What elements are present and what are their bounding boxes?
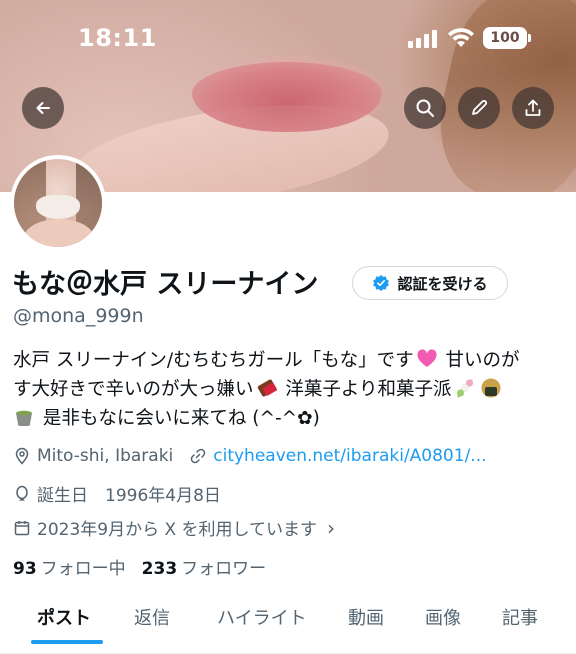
edit-pencil-icon [472,100,487,115]
wifi-icon [448,28,474,47]
bio-line: す大好きで辛いのが大っ嫌い 洋菓子より和菓子派 [13,375,573,404]
share-button[interactable] [512,87,554,129]
joined-text: 2023年9月から X を利用しています [37,520,318,540]
profile-tabs: ポスト 返信 ハイライト 動画 画像 記事 [0,590,576,654]
cellular-signal-icon [408,30,438,48]
pink-heart-icon [417,349,437,367]
follow-stats: 93 フォロー中 233 フォロワー [13,554,266,579]
status-time: 18:11 [78,24,157,52]
active-tab-indicator [31,640,103,644]
search-button[interactable] [404,87,446,129]
back-arrow-icon [36,102,50,114]
followers-link[interactable]: 233 フォロワー [142,559,267,579]
verified-badge-icon [373,274,390,292]
rice-cracker-icon [481,378,501,398]
tab-replies[interactable]: 返信 [134,604,170,630]
green-tea-icon [16,410,32,426]
tab-videos[interactable]: 動画 [348,604,384,630]
birthday-text: 誕生日 1996年4月8日 [37,486,221,506]
tab-articles[interactable]: 記事 [502,604,538,630]
avatar-image [14,159,102,247]
bio-text: 水戸 スリーナイン/むちむちガール「もな」です [13,350,414,371]
link-icon [190,448,206,464]
bio-text: す大好きで辛いのが大っ嫌い [13,379,254,400]
chevron-right-icon: › [327,515,336,540]
bio-text: 甘いのが [439,350,520,371]
profile-bio: 水戸 スリーナイン/むちむちガール「もな」です 甘いのが す大好きで辛いのが大っ… [13,346,573,433]
calendar-icon [14,520,30,535]
profile-meta-joined-row[interactable]: 2023年9月から X を利用しています › [13,515,335,540]
profile-name: もな＠水戸 スリーナイン [12,269,319,300]
followers-count: 233 [141,559,178,579]
website-link[interactable]: cityheaven.net/ibaraki/A0801/... [213,446,486,466]
edit-button[interactable] [458,87,500,129]
status-bar: 18:11 100 [0,0,576,80]
get-verified-button[interactable]: 認証を受ける [352,266,508,300]
tab-images[interactable]: 画像 [425,604,461,630]
avatar[interactable] [10,155,106,251]
following-link[interactable]: 93 フォロー中 [13,559,126,579]
bio-line: 是非もなに会いに来てね (^-^✿) [13,404,573,433]
share-icon [525,99,541,116]
dango-icon [456,379,473,398]
profile-meta-location-row: Mito-shi, Ibaraki cityheaven.net/ibaraki… [13,446,487,466]
bio-text: 洋菓子より和菓子派 [279,379,452,400]
bio-text: 是非もなに会いに来てね (^-^✿) [37,408,320,429]
followers-label: フォロワー [181,559,267,579]
profile-meta-birthday-row: 誕生日 1996年4月8日 [13,481,221,506]
location-text: Mito-shi, Ibaraki [37,446,174,466]
tab-posts[interactable]: ポスト [37,604,91,630]
back-button[interactable] [22,87,64,129]
chocolate-bar-icon [257,379,277,397]
battery-indicator: 100 [483,27,531,49]
get-verified-label: 認証を受ける [397,274,488,293]
balloon-icon [16,485,28,501]
search-icon [416,99,434,117]
tab-highlights[interactable]: ハイライト [217,604,307,630]
following-label: フォロー中 [40,559,126,579]
bio-line: 水戸 スリーナイン/むちむちガール「もな」です 甘いのが [13,346,573,375]
profile-handle: @mona_999n [13,305,144,327]
following-count: 93 [13,559,37,579]
battery-level: 100 [490,30,520,46]
location-pin-icon [15,447,29,465]
